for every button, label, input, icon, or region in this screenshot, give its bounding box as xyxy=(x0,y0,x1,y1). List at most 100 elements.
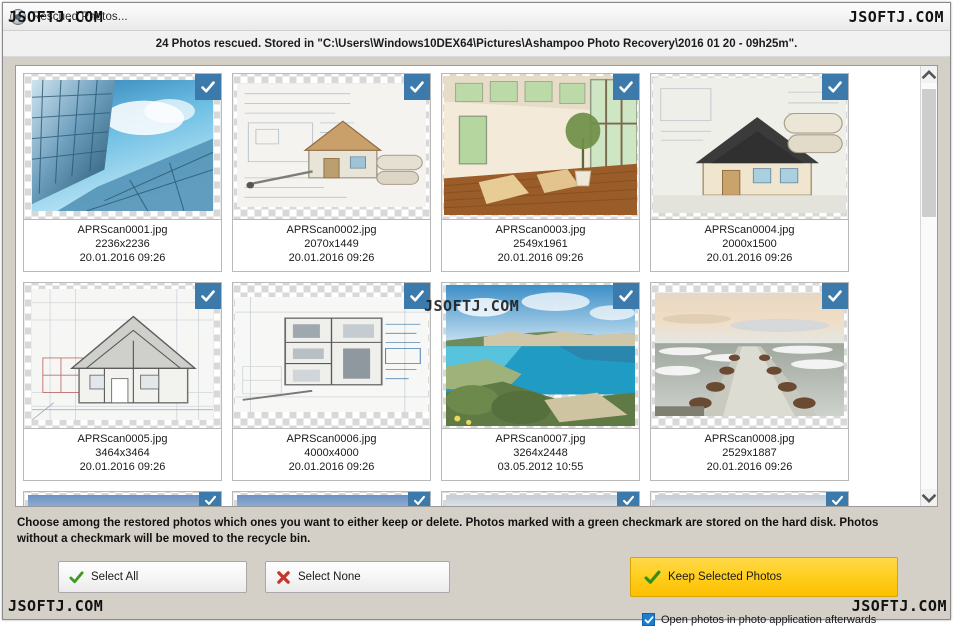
photo-tile[interactable]: APRScan0008.jpg2529x188720.01.2016 09:26 xyxy=(650,282,849,481)
photo-selected-checkbox[interactable] xyxy=(613,74,639,100)
open-after-checkbox-row[interactable]: Open photos in photo application afterwa… xyxy=(642,613,876,626)
photo-tile[interactable] xyxy=(441,491,640,506)
open-after-label: Open photos in photo application afterwa… xyxy=(661,614,876,626)
photo-filename: APRScan0008.jpg xyxy=(653,433,846,447)
photo-image xyxy=(28,495,217,506)
photo-caption: APRScan0002.jpg2070x144920.01.2016 09:26 xyxy=(232,220,431,272)
status-bar: 24 Photos rescued. Stored in "C:\Users\W… xyxy=(3,31,950,57)
select-none-button[interactable]: Select None xyxy=(265,561,450,593)
photo-caption: APRScan0008.jpg2529x188720.01.2016 09:26 xyxy=(650,429,849,481)
keep-selected-label: Keep Selected Photos xyxy=(668,571,782,583)
photo-selected-checkbox[interactable] xyxy=(613,283,639,309)
photo-dimensions: 4000x4000 xyxy=(235,447,428,461)
photo-date: 20.01.2016 09:26 xyxy=(235,252,428,266)
photo-image xyxy=(655,495,844,506)
photo-selected-checkbox[interactable] xyxy=(617,492,639,506)
photo-image xyxy=(235,297,428,412)
photo-thumbnail[interactable] xyxy=(441,73,640,220)
scrollbar-thumb[interactable] xyxy=(922,89,936,217)
photo-selected-checkbox[interactable] xyxy=(199,492,221,506)
chevron-down-icon[interactable] xyxy=(921,489,937,506)
select-all-button[interactable]: Select All xyxy=(58,561,247,593)
photo-image xyxy=(237,495,426,506)
photo-date: 03.05.2012 10:55 xyxy=(444,461,637,475)
photo-thumbnail[interactable] xyxy=(23,491,222,506)
photo-selected-checkbox[interactable] xyxy=(404,283,430,309)
photo-filename: APRScan0007.jpg xyxy=(444,433,637,447)
photo-filename: APRScan0005.jpg xyxy=(26,433,219,447)
checkbox-icon[interactable] xyxy=(642,613,655,626)
photo-thumbnail[interactable] xyxy=(650,282,849,429)
photo-date: 20.01.2016 09:26 xyxy=(653,252,846,266)
title-bar: Rescued Photos... xyxy=(3,3,950,31)
photo-selected-checkbox[interactable] xyxy=(195,74,221,100)
photo-dimensions: 3464x3464 xyxy=(26,447,219,461)
photo-caption: APRScan0003.jpg2549x196120.01.2016 09:26 xyxy=(441,220,640,272)
photo-selected-checkbox[interactable] xyxy=(195,283,221,309)
scrollbar-track[interactable] xyxy=(921,83,937,489)
photo-image xyxy=(444,76,637,215)
photo-grid[interactable]: APRScan0001.jpg2236x223620.01.2016 09:26 xyxy=(16,66,920,506)
photo-dimensions: 2529x1887 xyxy=(653,447,846,461)
photo-selected-checkbox[interactable] xyxy=(826,492,848,506)
photo-filename: APRScan0003.jpg xyxy=(444,224,637,238)
select-none-label: Select None xyxy=(298,571,361,583)
photo-caption: APRScan0007.jpg3264x244803.05.2012 10:55 xyxy=(441,429,640,481)
red-cross-icon xyxy=(275,569,292,586)
photo-selected-checkbox[interactable] xyxy=(822,283,848,309)
photo-tile[interactable]: APRScan0001.jpg2236x223620.01.2016 09:26 xyxy=(23,73,222,272)
photo-caption: APRScan0005.jpg3464x346420.01.2016 09:26 xyxy=(23,429,222,481)
photo-tile[interactable] xyxy=(23,491,222,506)
photo-tile[interactable] xyxy=(650,491,849,506)
photo-date: 20.01.2016 09:26 xyxy=(444,252,637,266)
window-title: Rescued Photos... xyxy=(32,11,128,23)
photo-selected-checkbox[interactable] xyxy=(404,74,430,100)
chevron-up-icon[interactable] xyxy=(921,66,937,83)
photo-dimensions: 2236x2236 xyxy=(26,238,219,252)
photo-tile[interactable]: APRScan0005.jpg3464x346420.01.2016 09:26 xyxy=(23,282,222,481)
photo-filename: APRScan0006.jpg xyxy=(235,433,428,447)
photo-thumbnail[interactable] xyxy=(441,491,640,506)
photo-selected-checkbox[interactable] xyxy=(822,74,848,100)
photo-tile[interactable]: APRScan0006.jpg4000x400020.01.2016 09:26 xyxy=(232,282,431,481)
select-all-label: Select All xyxy=(91,571,138,583)
photo-date: 20.01.2016 09:26 xyxy=(653,461,846,475)
photo-image xyxy=(32,80,213,211)
keep-selected-photos-button[interactable]: Keep Selected Photos xyxy=(630,557,898,597)
photo-date: 20.01.2016 09:26 xyxy=(26,252,219,266)
photo-thumbnail[interactable] xyxy=(232,282,431,429)
photo-thumbnail[interactable] xyxy=(650,491,849,506)
app-icon xyxy=(10,9,26,25)
green-check-icon xyxy=(68,569,85,586)
photo-image xyxy=(655,293,844,416)
photo-tile[interactable] xyxy=(232,491,431,506)
photo-tile[interactable]: APRScan0002.jpg2070x144920.01.2016 09:26 xyxy=(232,73,431,272)
photo-thumbnail[interactable] xyxy=(23,73,222,220)
photo-thumbnail[interactable] xyxy=(23,282,222,429)
photo-gallery-panel: APRScan0001.jpg2236x223620.01.2016 09:26 xyxy=(15,65,938,507)
photo-date: 20.01.2016 09:26 xyxy=(26,461,219,475)
photo-caption: APRScan0006.jpg4000x400020.01.2016 09:26 xyxy=(232,429,431,481)
photo-thumbnail[interactable] xyxy=(232,73,431,220)
gallery-scrollbar[interactable] xyxy=(920,66,937,506)
photo-caption: APRScan0001.jpg2236x223620.01.2016 09:26 xyxy=(23,220,222,272)
photo-filename: APRScan0001.jpg xyxy=(26,224,219,238)
photo-tile[interactable]: APRScan0004.jpg2000x150020.01.2016 09:26 xyxy=(650,73,849,272)
rescue-status-text: 24 Photos rescued. Stored in "C:\Users\W… xyxy=(156,38,798,50)
photo-filename: APRScan0002.jpg xyxy=(235,224,428,238)
photo-selected-checkbox[interactable] xyxy=(408,492,430,506)
instruction-text: Choose among the restored photos which o… xyxy=(17,516,922,547)
photo-dimensions: 2549x1961 xyxy=(444,238,637,252)
photo-tile[interactable]: APRScan0007.jpg3264x244803.05.2012 10:55 xyxy=(441,282,640,481)
photo-dimensions: 2070x1449 xyxy=(235,238,428,252)
photo-tile[interactable]: APRScan0003.jpg2549x196120.01.2016 09:26 xyxy=(441,73,640,272)
photo-image xyxy=(446,285,635,426)
photo-image xyxy=(32,289,213,420)
rescued-photos-window: Rescued Photos... 24 Photos rescued. Sto… xyxy=(2,2,951,620)
photo-image xyxy=(446,495,635,506)
photo-date: 20.01.2016 09:26 xyxy=(235,461,428,475)
photo-image xyxy=(653,78,846,213)
photo-thumbnail[interactable] xyxy=(232,491,431,506)
photo-thumbnail[interactable] xyxy=(650,73,849,220)
photo-thumbnail[interactable] xyxy=(441,282,640,429)
